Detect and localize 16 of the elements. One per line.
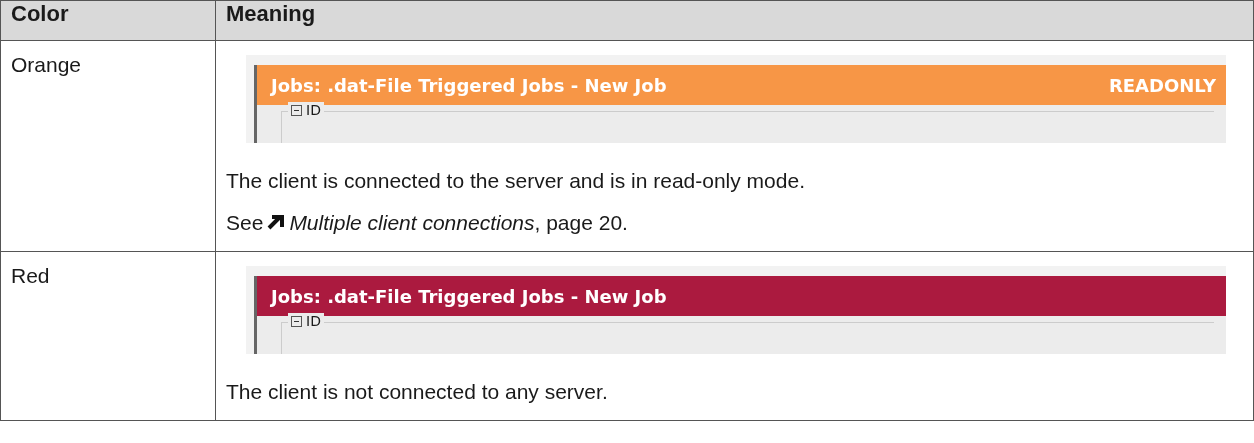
color-name: Red [11,264,50,288]
color-name: Orange [11,53,82,77]
reference-link[interactable]: Multiple client connections [289,211,535,234]
column-header: Meaning [215,0,1254,41]
window-title: Jobs: .dat-File Triggered Jobs - New Job [271,74,667,96]
arrow-icon [267,214,286,232]
collapse-icon[interactable] [291,315,302,327]
group-label: ID [306,102,321,118]
description-text: The client is connected to the server and is in read-only mode. [226,168,806,194]
readonly-label: READONLY [1108,74,1216,96]
column-header: Color [0,0,216,41]
group-label: ID [306,313,321,329]
description-text: The client is not connected to any server. [226,379,609,405]
window-title: Jobs: .dat-File Triggered Jobs - New Job [271,285,667,307]
reference-text: See Multiple client connections, page 20. [226,210,629,236]
collapse-icon[interactable] [291,104,302,116]
